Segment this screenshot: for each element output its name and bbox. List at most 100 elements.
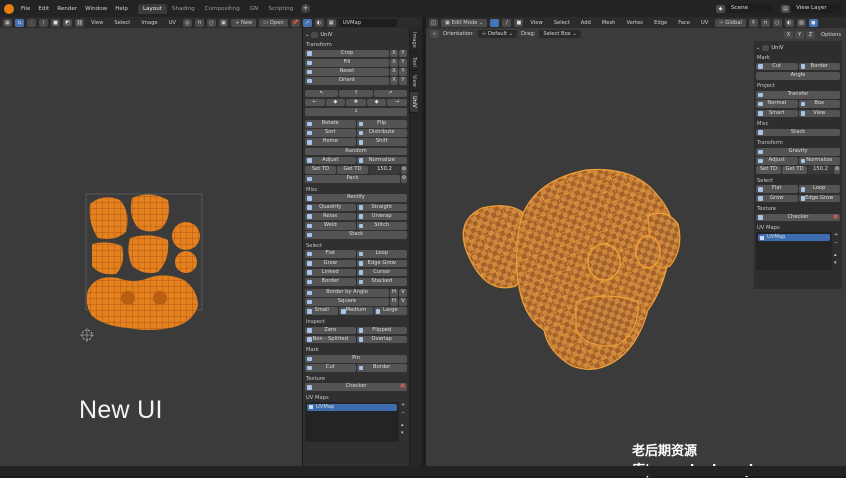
align-center-v-button[interactable]: ◆ xyxy=(366,98,387,107)
align-right-button[interactable]: → xyxy=(387,98,407,107)
uv-map-up-icon[interactable]: ▴ xyxy=(401,422,407,428)
select-face-icon[interactable]: ■ xyxy=(514,18,524,27)
uv-map-down-icon[interactable]: ▾ xyxy=(401,430,407,436)
overlay-icon[interactable]: ◐ xyxy=(314,18,324,27)
new-image-button[interactable]: + New xyxy=(230,18,257,27)
vp-td-value-field[interactable]: 150.2 xyxy=(808,166,833,174)
add-workspace-button[interactable]: + xyxy=(301,4,311,13)
quadrify-button[interactable]: Quadrify xyxy=(305,203,356,212)
uv-menu-select[interactable]: Select xyxy=(110,20,134,26)
straight-button[interactable]: Straight xyxy=(356,203,407,212)
td-settings-icon[interactable]: ⚙ xyxy=(401,166,407,174)
vp-menu-vertex[interactable]: Vertex xyxy=(622,20,647,26)
gizmo-icon[interactable]: ↗ xyxy=(302,18,312,27)
select-loop-button[interactable]: Loop xyxy=(356,250,407,258)
inspect-overlap-button[interactable]: Overlap xyxy=(356,335,407,344)
vp-transfer-button[interactable]: Transfer xyxy=(756,91,840,99)
open-image-button[interactable]: ▭ Open xyxy=(259,18,288,27)
side-tab-univ[interactable]: UniV xyxy=(410,92,418,113)
weld-button[interactable]: Weld xyxy=(305,221,356,230)
vp-uv-map-down-icon[interactable]: ▾ xyxy=(834,260,840,266)
vp-adjust-button[interactable]: Adjust xyxy=(756,157,798,165)
menu-render[interactable]: Render xyxy=(53,6,81,12)
proportional-icon[interactable]: ○ xyxy=(206,18,216,27)
sticky-select-icon[interactable]: ⛓ xyxy=(75,18,84,27)
uv-menu-uv[interactable]: UV xyxy=(165,20,180,26)
fill-y-button[interactable]: Y xyxy=(399,58,407,67)
vp-checker-remove-icon[interactable]: ■ xyxy=(833,214,838,222)
vp-checker-button[interactable]: Checker ■ xyxy=(756,213,840,222)
vp-get-td-button[interactable]: Get TD xyxy=(782,166,807,174)
crop-y-button[interactable]: Y xyxy=(399,49,407,58)
vp-uv-maps-list[interactable]: UVMap xyxy=(756,232,832,271)
vp-menu-face[interactable]: Face xyxy=(674,20,694,26)
menu-window[interactable]: Window xyxy=(81,6,111,12)
uv-maps-item[interactable]: UVMap xyxy=(307,403,397,411)
uv-maps-list[interactable]: UVMap xyxy=(305,401,399,442)
vp-normalize-button[interactable]: Normalize xyxy=(798,157,840,165)
island-mode-icon[interactable]: ◩ xyxy=(63,18,72,27)
view-layer-icon[interactable]: ▤ xyxy=(781,4,790,13)
pin-button[interactable]: Pin xyxy=(305,355,407,363)
scene-field[interactable]: Scene xyxy=(727,4,773,13)
drag-field[interactable]: Select Box ⌄ xyxy=(539,30,581,38)
select-square-button[interactable]: Square xyxy=(305,298,389,306)
vp-select-flat-button[interactable]: Flat xyxy=(756,185,798,194)
reset-x-button[interactable]: X xyxy=(390,68,398,76)
td-value-field[interactable]: 150.2 xyxy=(369,166,400,174)
menu-help[interactable]: Help xyxy=(111,6,132,12)
side-tab-image[interactable]: Image xyxy=(410,28,418,53)
fill-button[interactable]: Fill xyxy=(305,58,389,67)
shading-solid-icon[interactable]: ● xyxy=(808,18,818,27)
inspect-flipped-button[interactable]: Flipped xyxy=(356,326,407,335)
square-h-button[interactable]: H xyxy=(390,298,398,306)
rotate-button[interactable]: Rotate xyxy=(305,120,356,128)
snap-icon[interactable]: ⊓ xyxy=(194,18,204,27)
normalize-button[interactable]: Normalize xyxy=(356,156,407,165)
mode-selector[interactable]: ▣ Edit Mode ⌄ xyxy=(441,18,488,27)
border-by-angle-button[interactable]: Border by Angle xyxy=(305,289,389,297)
vp-normal-button[interactable]: Normal xyxy=(756,100,798,108)
menu-edit[interactable]: Edit xyxy=(34,6,53,12)
edge-mode-icon[interactable]: / xyxy=(39,18,48,27)
workspace-tab-compositing[interactable]: Compositing xyxy=(200,4,245,14)
vp-gravity-button[interactable]: Gravity xyxy=(756,147,840,156)
vp-select-edge-grow-button[interactable]: Edge Grow xyxy=(798,194,840,203)
xray-icon[interactable]: ▨ xyxy=(796,18,806,27)
vp-td-settings-icon[interactable]: ⚙ xyxy=(834,166,840,174)
vp-proportional-icon[interactable]: ○ xyxy=(772,18,782,27)
fill-x-button[interactable]: X xyxy=(390,58,398,67)
shift-button[interactable]: Shift xyxy=(356,138,407,147)
axis-y-button[interactable]: Y xyxy=(795,30,804,39)
vp-stack-button[interactable]: Stack xyxy=(756,128,840,137)
vp-uv-map-up-icon[interactable]: ▴ xyxy=(834,252,840,258)
inspect-non-splitted-button[interactable]: Non - Splitted xyxy=(305,335,356,344)
vp-collapse-chevron-icon[interactable]: ⌄ xyxy=(756,45,760,51)
workspace-tab-gn[interactable]: GN xyxy=(245,4,264,14)
unwrap-button[interactable]: Unwrap xyxy=(356,212,407,221)
active-tool-icon[interactable]: ⊹ xyxy=(430,30,439,38)
image-browse-icon[interactable]: ▣ xyxy=(218,18,228,27)
select-flat-button[interactable]: Flat xyxy=(305,250,356,258)
select-edge-icon[interactable]: / xyxy=(502,18,512,27)
select-stacked-button[interactable]: Stacked xyxy=(356,277,407,286)
uv-menu-image[interactable]: Image xyxy=(137,20,161,26)
reset-button[interactable]: Reset xyxy=(305,68,389,76)
crop-x-button[interactable]: X xyxy=(390,49,398,58)
view-layer-field[interactable]: View Layer xyxy=(792,4,842,13)
vp-set-td-button[interactable]: Set TD xyxy=(756,166,781,174)
scene-icon[interactable]: ◆ xyxy=(716,4,725,13)
vp-menu-edge[interactable]: Edge xyxy=(650,20,671,26)
blender-logo-icon[interactable] xyxy=(4,3,14,14)
relax-button[interactable]: Relax xyxy=(305,212,356,221)
vp-menu-mesh[interactable]: Mesh xyxy=(598,20,620,26)
vp-mark-border-button[interactable]: Border xyxy=(798,62,840,71)
crop-button[interactable]: Crop xyxy=(305,49,389,58)
select-medium-button[interactable]: Medium xyxy=(339,307,373,316)
workspace-tab-shading[interactable]: Shading xyxy=(167,4,200,14)
align-bottom-button[interactable]: ↓ xyxy=(305,107,407,116)
vp-smart-button[interactable]: Smart xyxy=(756,109,798,118)
select-cursor-button[interactable]: Cursor xyxy=(356,268,407,277)
monkey-mesh-canvas[interactable] xyxy=(426,40,752,466)
side-tab-tool[interactable]: Tool xyxy=(410,53,418,72)
